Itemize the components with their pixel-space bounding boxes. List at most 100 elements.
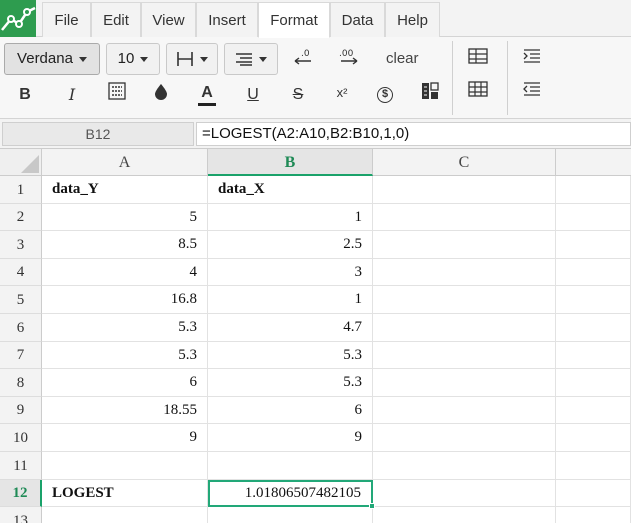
bold-button[interactable]: B <box>12 82 38 108</box>
cell-a7[interactable]: 5.3 <box>42 342 208 369</box>
cell-a9[interactable]: 18.55 <box>42 397 208 424</box>
cell-d4[interactable] <box>556 259 631 286</box>
font-size-select[interactable]: 10 <box>106 43 160 75</box>
fill-handle[interactable] <box>369 503 375 509</box>
cell-d9[interactable] <box>556 397 631 424</box>
row-header[interactable]: 9 <box>0 397 42 424</box>
row-header[interactable]: 3 <box>0 231 42 259</box>
cell-b7[interactable]: 5.3 <box>208 342 373 369</box>
clear-button[interactable]: clear <box>386 50 419 67</box>
cell-a8[interactable]: 6 <box>42 369 208 397</box>
cell-d3[interactable] <box>556 231 631 259</box>
menu-data[interactable]: Data <box>330 2 385 37</box>
cell-d8[interactable] <box>556 369 631 397</box>
fill-color-button[interactable] <box>148 82 174 108</box>
cell-b6[interactable]: 4.7 <box>208 314 373 342</box>
cell-c10[interactable] <box>373 424 556 452</box>
row-header[interactable]: 5 <box>0 286 42 314</box>
table-alt-button[interactable] <box>465 80 491 106</box>
cell-d5[interactable] <box>556 286 631 314</box>
cell-a2[interactable]: 5 <box>42 204 208 231</box>
cell-d1[interactable] <box>556 176 631 204</box>
cell-b4[interactable]: 3 <box>208 259 373 286</box>
decrease-decimal-button[interactable]: .0 <box>290 47 316 73</box>
font-family-select[interactable]: Verdana <box>4 43 100 75</box>
row-header[interactable]: 10 <box>0 424 42 452</box>
cell-c11[interactable] <box>373 452 556 480</box>
cell-b13[interactable] <box>208 507 373 523</box>
cell-b5[interactable]: 1 <box>208 286 373 314</box>
cell-b11[interactable] <box>208 452 373 480</box>
italic-button[interactable]: I <box>59 82 85 108</box>
column-header-c[interactable]: C <box>373 149 556 176</box>
cell-c13[interactable] <box>373 507 556 523</box>
cell-c9[interactable] <box>373 397 556 424</box>
menu-view[interactable]: View <box>141 2 196 37</box>
cell-d6[interactable] <box>556 314 631 342</box>
row-header[interactable]: 1 <box>0 176 42 204</box>
cell-a3[interactable]: 8.5 <box>42 231 208 259</box>
cell-a13[interactable] <box>42 507 208 523</box>
cell-a4[interactable]: 4 <box>42 259 208 286</box>
currency-button[interactable]: $ <box>372 82 398 108</box>
menu-edit[interactable]: Edit <box>91 2 141 37</box>
select-all-corner[interactable] <box>0 149 42 176</box>
cell-d2[interactable] <box>556 204 631 231</box>
cell-reference-box[interactable]: B12 <box>2 122 194 146</box>
cell-b1[interactable]: data_X <box>208 176 373 204</box>
row-header[interactable]: 11 <box>0 452 42 480</box>
row-header[interactable]: 4 <box>0 259 42 286</box>
outdent-button[interactable] <box>519 80 545 106</box>
cell-d12[interactable] <box>556 480 631 507</box>
cell-d11[interactable] <box>556 452 631 480</box>
borders-dropdown[interactable] <box>166 43 218 75</box>
cell-a12[interactable]: LOGEST <box>42 480 208 507</box>
cell-b3[interactable]: 2.5 <box>208 231 373 259</box>
underline-button[interactable]: U <box>240 82 266 108</box>
menu-format[interactable]: Format <box>258 2 330 38</box>
cell-c1[interactable] <box>373 176 556 204</box>
cell-d7[interactable] <box>556 342 631 369</box>
cell-b2[interactable]: 1 <box>208 204 373 231</box>
column-header-a[interactable]: A <box>42 149 208 176</box>
table-button[interactable] <box>465 47 491 73</box>
strikethrough-button[interactable]: S <box>285 82 311 108</box>
indent-button[interactable] <box>519 47 545 73</box>
cell-c4[interactable] <box>373 259 556 286</box>
cell-c6[interactable] <box>373 314 556 342</box>
superscript-button[interactable]: x² <box>329 80 355 106</box>
cell-b9[interactable]: 6 <box>208 397 373 424</box>
column-header-d[interactable] <box>556 149 631 176</box>
cell-b8[interactable]: 5.3 <box>208 369 373 397</box>
increase-decimal-button[interactable]: .00 <box>336 47 362 73</box>
formula-input[interactable]: =LOGEST(A2:A10,B2:B10,1,0) <box>196 122 631 146</box>
cell-d10[interactable] <box>556 424 631 452</box>
row-header[interactable]: 7 <box>0 342 42 369</box>
cell-a6[interactable]: 5.3 <box>42 314 208 342</box>
cell-c5[interactable] <box>373 286 556 314</box>
cell-b10[interactable]: 9 <box>208 424 373 452</box>
background-pattern-button[interactable] <box>104 82 130 108</box>
row-header[interactable]: 13 <box>0 507 42 523</box>
cell-a1[interactable]: data_Y <box>42 176 208 204</box>
cell-a11[interactable] <box>42 452 208 480</box>
column-header-b[interactable]: B <box>208 149 373 176</box>
cell-b12[interactable]: 1.01806507482105 <box>208 480 373 507</box>
text-color-button[interactable]: A <box>194 80 220 106</box>
align-dropdown[interactable] <box>224 43 278 75</box>
cell-c12[interactable] <box>373 480 556 507</box>
menu-insert[interactable]: Insert <box>196 2 258 37</box>
number-format-button[interactable] <box>417 82 443 108</box>
menu-file[interactable]: File <box>42 2 91 37</box>
menu-help[interactable]: Help <box>385 2 440 37</box>
cell-d13[interactable] <box>556 507 631 523</box>
row-header[interactable]: 8 <box>0 369 42 397</box>
cell-a5[interactable]: 16.8 <box>42 286 208 314</box>
row-header[interactable]: 12 <box>0 480 42 507</box>
cell-c3[interactable] <box>373 231 556 259</box>
cell-c2[interactable] <box>373 204 556 231</box>
row-header[interactable]: 6 <box>0 314 42 342</box>
cell-a10[interactable]: 9 <box>42 424 208 452</box>
cell-c7[interactable] <box>373 342 556 369</box>
cell-c8[interactable] <box>373 369 556 397</box>
